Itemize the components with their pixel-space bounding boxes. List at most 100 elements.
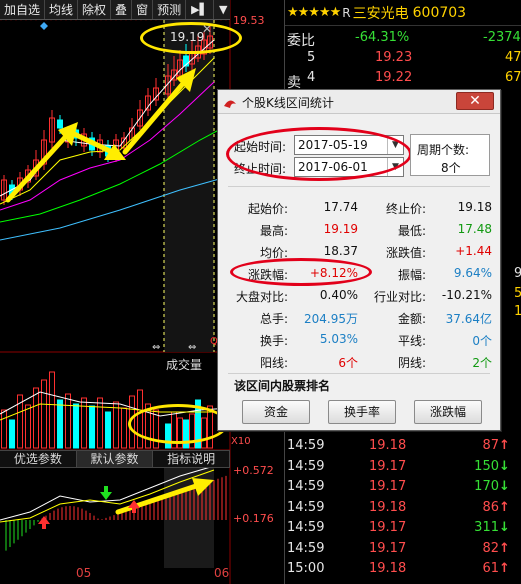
- arrow-down-icon: ↓: [499, 520, 510, 535]
- rank-by-funds-button[interactable]: 资金: [242, 400, 310, 424]
- sell-level-4-row[interactable]: 卖 4 19.22 67: [285, 68, 521, 91]
- volume-bar: [73, 403, 79, 449]
- range-handle-right[interactable]: ⇔: [188, 342, 196, 353]
- volume-bar: [89, 405, 95, 449]
- r-mark: R: [342, 5, 351, 20]
- dialog-title: 个股K线区间统计: [242, 96, 334, 110]
- period-count-value: 8个: [441, 161, 461, 175]
- tab-default-params[interactable]: 默认参数: [76, 451, 154, 467]
- trade-time: 15:00: [287, 561, 325, 576]
- trade-price: 19.17: [369, 520, 407, 535]
- divider: [228, 186, 490, 187]
- volume-highlight-circle: [128, 404, 228, 444]
- trade-price: 19.18: [369, 499, 407, 515]
- amplitude-label: 振幅:: [398, 268, 427, 282]
- amount-label: 金额:: [398, 312, 427, 326]
- yin-count-value: 2个: [472, 356, 492, 370]
- divider: [228, 373, 490, 374]
- low-label: 最低:: [398, 224, 427, 238]
- weibi-label: 委比: [287, 33, 315, 49]
- trade-time: 14:59: [287, 540, 325, 556]
- macd-up-arrow-1: [38, 516, 50, 524]
- diamond-marker: [40, 22, 48, 30]
- dialog-title-bar[interactable]: 个股K线区间统计 ✕: [218, 90, 500, 114]
- trade-row: 15:00 19.18 61 ↑: [285, 559, 521, 580]
- change-value: +1.44: [455, 244, 492, 258]
- moving-average-button[interactable]: 均线: [45, 0, 79, 19]
- window-button[interactable]: 窗: [132, 0, 154, 19]
- ex-rights-button[interactable]: 除权: [78, 0, 112, 19]
- period-count-label: 周期个数:: [417, 143, 470, 157]
- tab-indicator-help[interactable]: 指标说明: [153, 451, 231, 467]
- weibi-percent: -64.31%: [355, 30, 410, 45]
- flat-count-value: 0个: [472, 334, 492, 348]
- candle-body: [57, 119, 63, 129]
- arrow-up-icon: ↑: [499, 438, 510, 453]
- trade-price: 19.18: [369, 561, 407, 576]
- trade-price: 19.18: [369, 438, 407, 453]
- volume-bar: [25, 404, 31, 449]
- high-label: 最高:: [260, 224, 289, 238]
- trade-row: 14:59 19.17 170 ↓: [285, 477, 521, 498]
- sell-price: 19.22: [375, 70, 413, 85]
- export-icon[interactable]: ▶▌: [186, 0, 215, 19]
- dialog-app-icon: [224, 100, 236, 108]
- volume-bar: [97, 397, 103, 449]
- trade-price: 19.17: [369, 540, 407, 556]
- side-digit-2: 5: [514, 286, 521, 301]
- volume-bar: [9, 419, 15, 449]
- chart-toolbar: 加自选 均线 除权 叠 窗 预测 ▶▌ ▼: [0, 0, 230, 20]
- end-price-label: 终止价:: [386, 202, 427, 216]
- forecast-button[interactable]: 预测: [153, 0, 187, 19]
- change-label: 涨跌值:: [386, 246, 427, 260]
- tab-optimized-params[interactable]: 优选参数: [0, 451, 77, 467]
- volume-bar: [121, 407, 127, 449]
- rank-by-change-button[interactable]: 涨跌幅: [414, 400, 482, 424]
- dialog-close-button[interactable]: ✕: [456, 92, 494, 110]
- trade-volume: 311: [474, 520, 499, 535]
- trade-time: 14:59: [287, 438, 325, 453]
- sell-volume: 47: [505, 50, 521, 65]
- yang-count-value: 6个: [338, 356, 358, 370]
- stock-header: ★★★★★ R 三安光电 600703: [285, 0, 521, 26]
- trade-price: 19.17: [369, 479, 407, 494]
- turnover-label: 换手:: [260, 334, 289, 348]
- total-volume-value: 204.95万: [304, 312, 358, 326]
- macd-down-arrow-stem: [104, 486, 108, 492]
- side-digit-1: 9: [514, 266, 521, 281]
- high-value: 19.19: [323, 222, 358, 236]
- trade-row: 14:59 19.17 311 ↓: [285, 518, 521, 539]
- add-watchlist-button[interactable]: 加自选: [0, 0, 46, 19]
- rank-by-turnover-button[interactable]: 换手率: [328, 400, 396, 424]
- period-count-box: 周期个数: 8个: [410, 134, 490, 176]
- trade-row: 14:59 19.18 86 ↑: [285, 498, 521, 519]
- overlay-button[interactable]: 叠: [111, 0, 133, 19]
- volume-bar: [49, 371, 55, 449]
- trade-volume: 150: [474, 458, 499, 474]
- macd-down-arrow: [100, 492, 112, 500]
- month-label-right: 06: [214, 566, 230, 580]
- rating-stars: ★★★★★: [287, 5, 341, 20]
- amount-value: 37.64亿: [445, 312, 492, 326]
- price-axis-high-label: 19.53: [233, 14, 265, 27]
- trade-time: 14:59: [287, 520, 325, 535]
- trade-volume: 86: [482, 499, 499, 515]
- volume-bar: [41, 379, 47, 449]
- sell-level-5-row[interactable]: 5 19.23 47: [285, 48, 521, 69]
- stock-name: 三安光电: [352, 5, 409, 22]
- trade-volume: 170: [474, 479, 499, 494]
- trade-time: 14:59: [287, 499, 325, 515]
- change-pct-highlight: [230, 258, 372, 286]
- side-digit-3: 1: [514, 304, 521, 319]
- volume-bar: [33, 387, 39, 449]
- trade-time: 14:59: [287, 479, 325, 494]
- arrow-down-icon: ↓: [499, 458, 510, 474]
- macd-axis-top-label: +0.572: [233, 464, 274, 477]
- arrow-up-icon: ↑: [499, 540, 510, 556]
- market-compare-value: 0.40%: [319, 288, 358, 302]
- toolbar-dropdown-icon[interactable]: ▼: [214, 0, 232, 19]
- avg-price-value: 18.37: [323, 244, 358, 258]
- range-handle-left[interactable]: ⇔: [152, 342, 160, 353]
- volume-bar: [81, 397, 87, 449]
- industry-compare-value: -10.21%: [441, 288, 492, 302]
